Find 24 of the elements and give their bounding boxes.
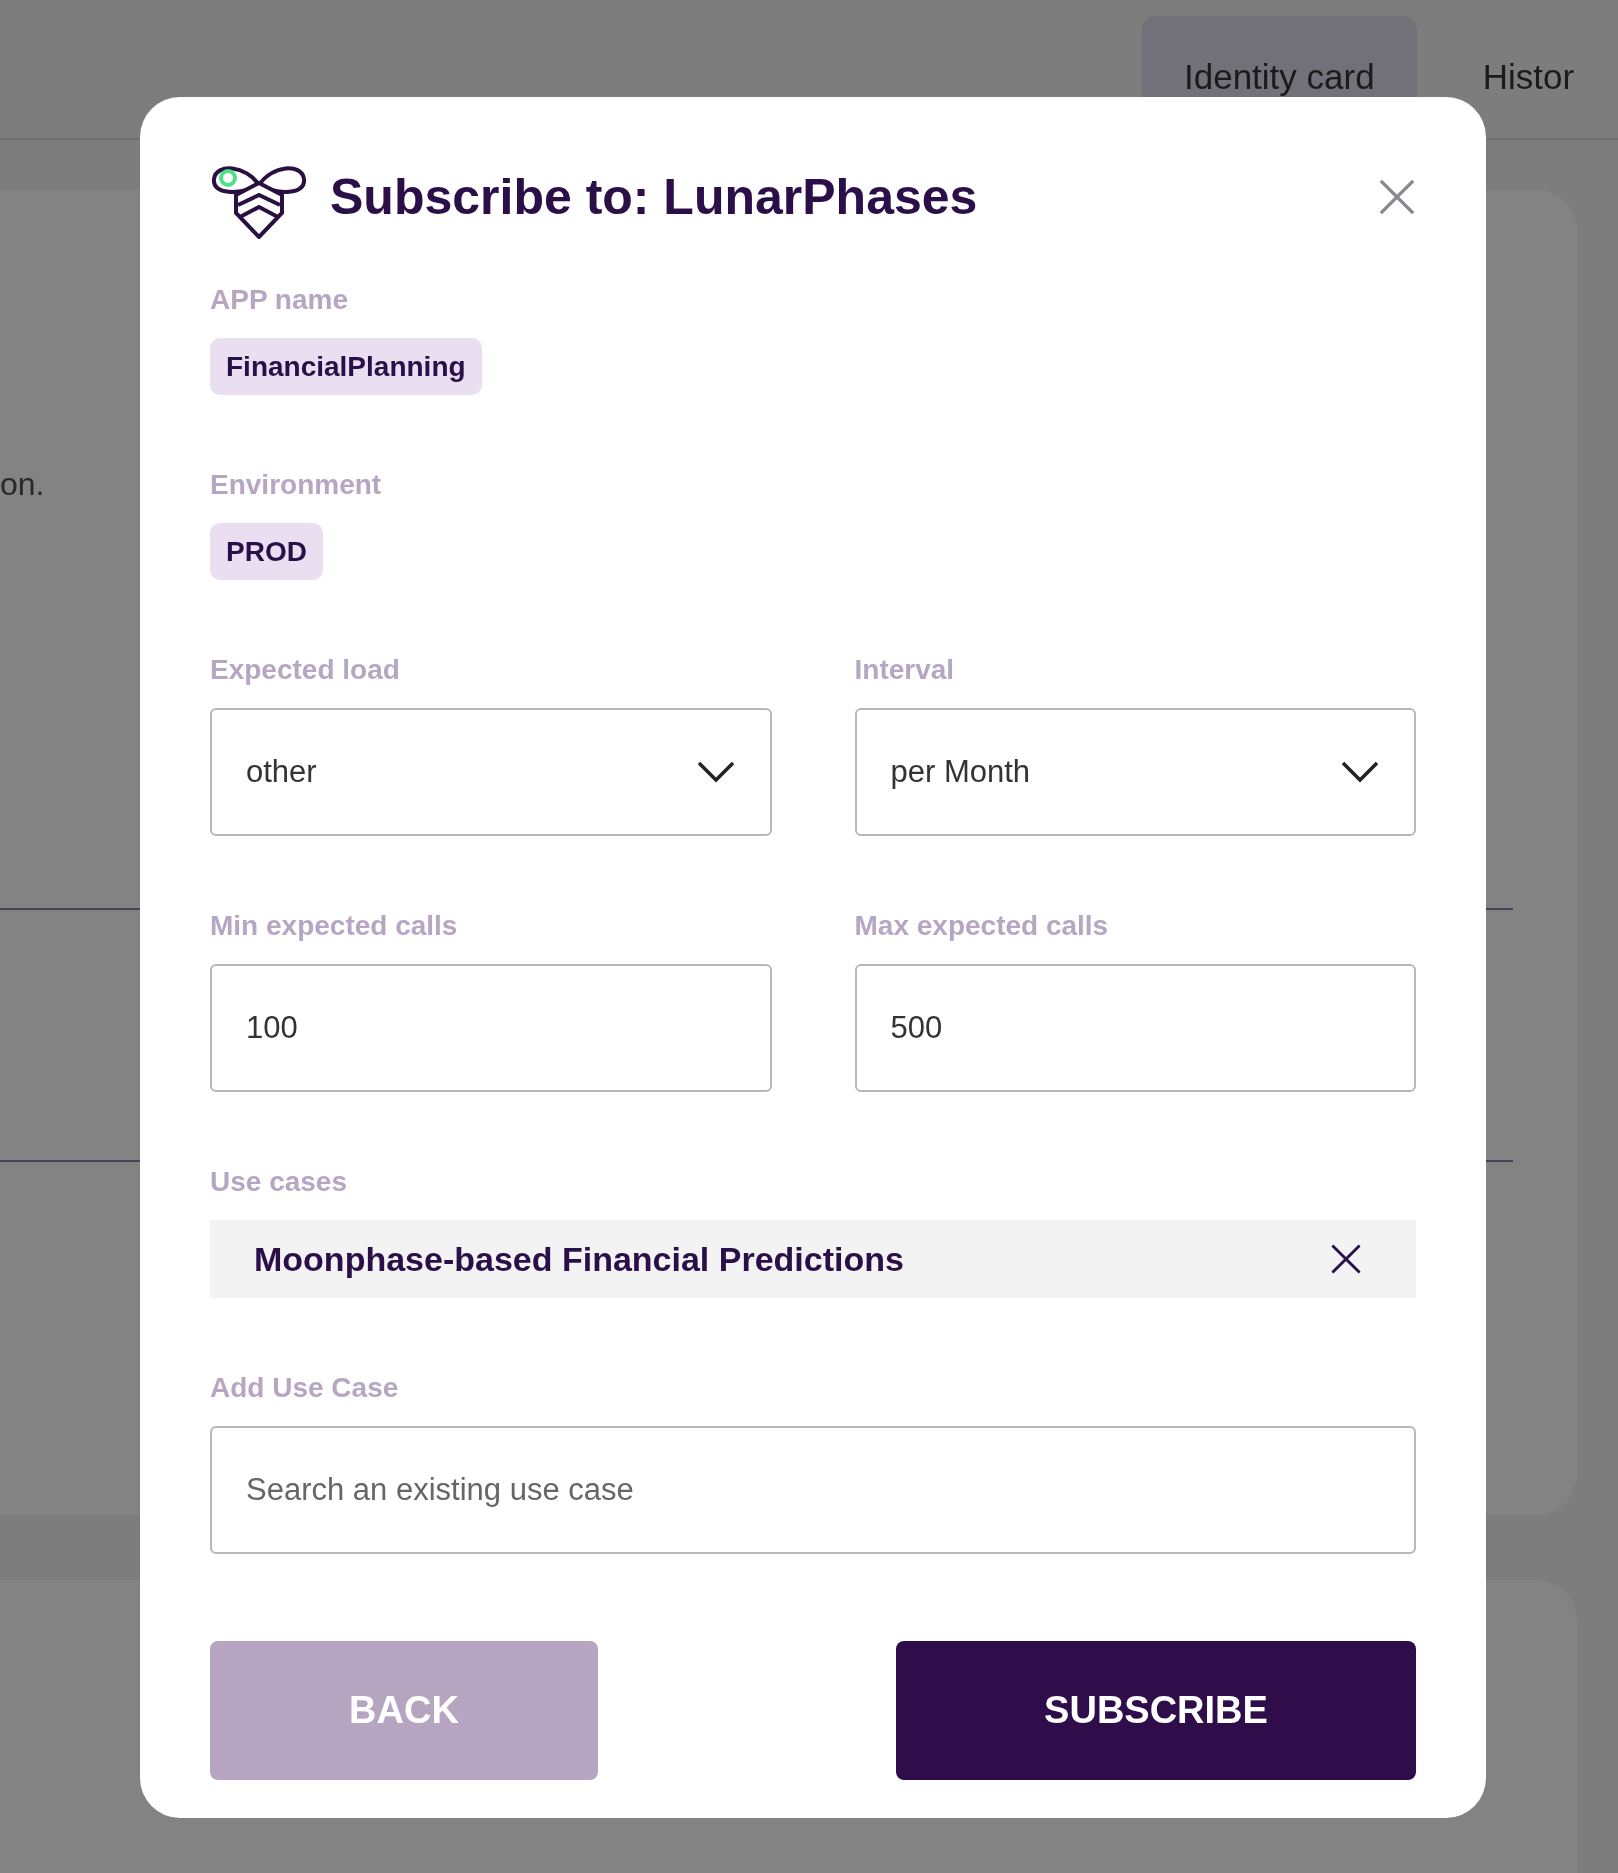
field-label: Add Use Case [210, 1371, 400, 1405]
environment-tag: PROD [210, 523, 323, 580]
use-case-text: Moonphase-based Financial Predictions [254, 1238, 904, 1280]
tab[interactable]: Histor [1482, 16, 1575, 138]
number-field[interactable]: 500 [854, 964, 1416, 1092]
subscribe-button[interactable]: SUBSCRIBE [896, 1641, 1416, 1780]
dropdown-field[interactable]: per Month [854, 708, 1416, 836]
description-text: on. [0, 466, 45, 502]
dropdown-field[interactable]: other [210, 708, 772, 836]
chevron-down-icon [1340, 760, 1380, 784]
field-label: Expected load [210, 653, 401, 687]
field-label: Use cases [210, 1165, 348, 1199]
field-label: APP name [210, 283, 349, 317]
field-label: Environment [210, 468, 383, 502]
remove-icon[interactable] [1330, 1243, 1362, 1275]
field-label: Interval [854, 653, 956, 687]
use-case-search-field[interactable]: Search an existing use case [210, 1426, 1416, 1554]
number-field[interactable]: 100 [210, 964, 772, 1092]
app-name-tag: FinancialPlanning [210, 338, 482, 395]
close-icon[interactable] [1378, 178, 1416, 216]
field-label: Min expected calls [210, 909, 459, 943]
field-label: Max expected calls [854, 909, 1110, 943]
chevron-down-icon [695, 760, 736, 784]
dialog-title: Subscribe to: LunarPhases [330, 167, 978, 227]
